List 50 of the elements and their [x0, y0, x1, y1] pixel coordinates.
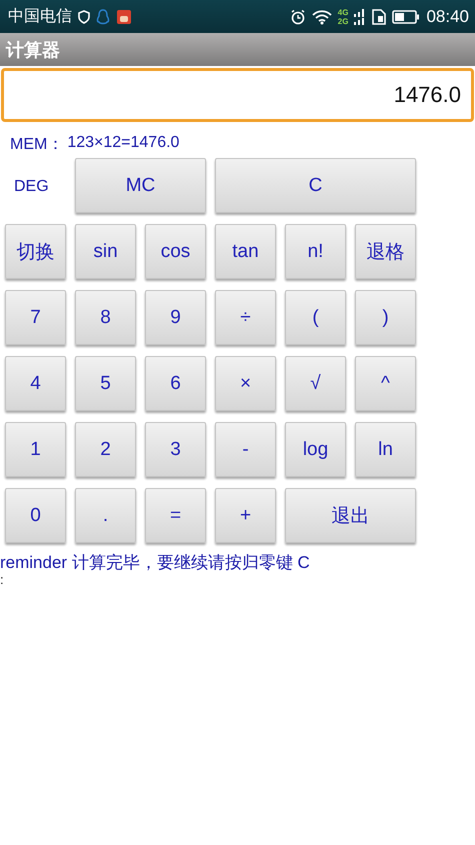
alarm-clock-icon	[290, 8, 306, 24]
calculator-key[interactable]: (	[285, 290, 346, 345]
calculator-key[interactable]: )	[355, 290, 416, 345]
output-line: :	[0, 573, 5, 586]
reminder-message: reminder 计算完毕，要继续请按归零键 C	[0, 553, 311, 573]
wifi-icon	[312, 8, 332, 24]
calculator-key[interactable]: 2	[75, 422, 136, 477]
calculator-key[interactable]: 退格	[355, 224, 416, 279]
calculator-key[interactable]: ln	[355, 422, 416, 477]
calculator-key[interactable]: 切换	[5, 224, 66, 279]
calculator-key[interactable]: 退出	[285, 488, 416, 543]
app-title: 计算器	[6, 38, 60, 62]
calculator-key[interactable]: +	[215, 488, 276, 543]
calculator-key[interactable]: √	[285, 356, 346, 411]
clock-time: 08:40	[426, 6, 469, 26]
calculator-key[interactable]: 0	[5, 488, 66, 543]
calculator-key[interactable]: 1	[5, 422, 66, 477]
calculator-key[interactable]: 7	[5, 290, 66, 345]
calculator-key[interactable]: ^	[355, 356, 416, 411]
memory-label: MEM：	[10, 135, 64, 155]
calculator-key[interactable]: 3	[145, 422, 206, 477]
calculator-key[interactable]: tan	[215, 224, 276, 279]
calculator-key[interactable]: sin	[75, 224, 136, 279]
calculator-key[interactable]: C	[215, 158, 416, 213]
calculator-key[interactable]: 8	[75, 290, 136, 345]
calculator-key[interactable]: 6	[145, 356, 206, 411]
result-field[interactable]: 1476.0	[1, 68, 474, 122]
shield-icon	[78, 10, 90, 24]
calculator-key[interactable]: MC	[75, 158, 206, 213]
calculator-key[interactable]: cos	[145, 224, 206, 279]
calculator-key[interactable]: 4	[5, 356, 66, 411]
calculator-key[interactable]: -	[215, 422, 276, 477]
calculator-key[interactable]: =	[145, 488, 206, 543]
calculator-key[interactable]: ÷	[215, 290, 276, 345]
penguin-icon	[96, 8, 110, 24]
calculator-key[interactable]: ×	[215, 356, 276, 411]
memory-value: 123×12=1476.0	[67, 134, 180, 153]
calculator-key[interactable]: log	[285, 422, 346, 477]
calculator-key[interactable]: .	[75, 488, 136, 543]
signal-icon	[354, 8, 366, 26]
carrier-name: 中国电信	[8, 6, 72, 27]
network-type-label: 4G	[338, 8, 348, 16]
angle-mode-label: DEG	[13, 178, 50, 196]
app-icon	[116, 8, 132, 24]
sim-card-icon	[372, 8, 386, 24]
calculator-key[interactable]: n!	[285, 224, 346, 279]
calculator-key[interactable]: 5	[75, 356, 136, 411]
battery-icon	[392, 10, 420, 24]
network-type-label: 2G	[338, 16, 348, 26]
calculator-key[interactable]: 9	[145, 290, 206, 345]
